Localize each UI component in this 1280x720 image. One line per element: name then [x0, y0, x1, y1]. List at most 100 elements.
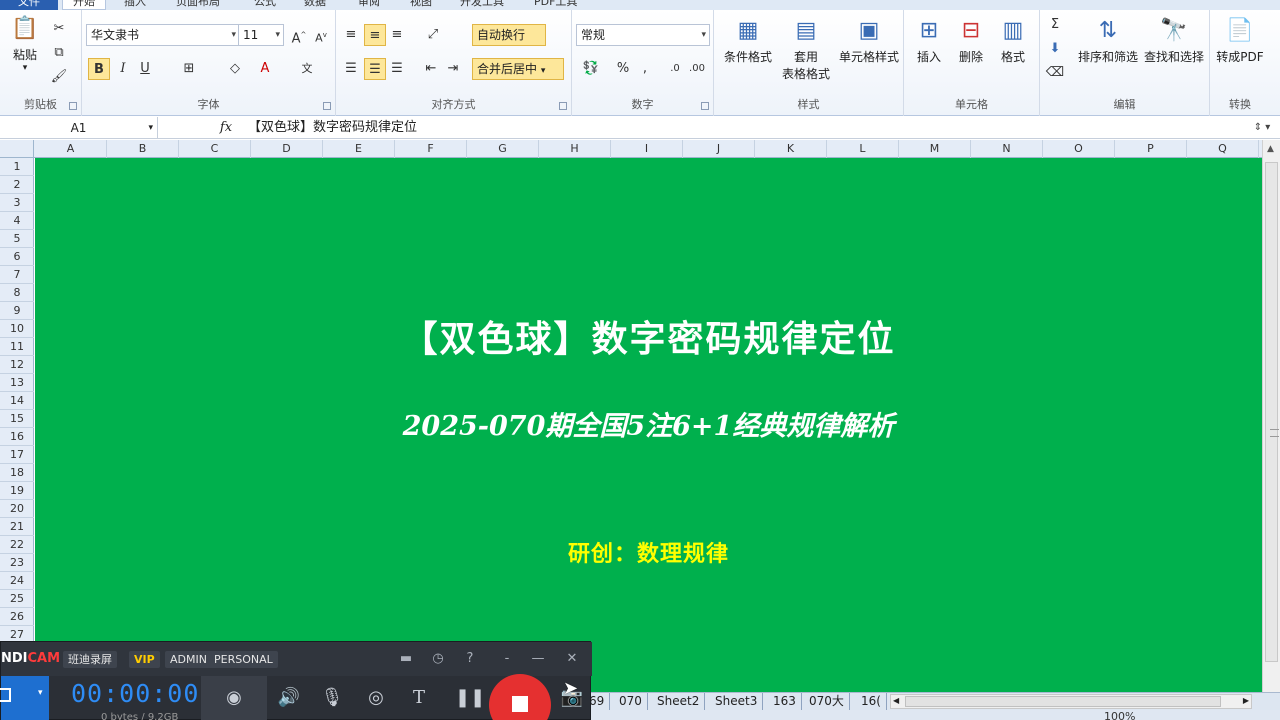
capture-mode-button[interactable]: ▾ — [0, 676, 49, 720]
scroll-up-icon[interactable]: ▲ — [1267, 144, 1274, 154]
align-bottom-icon[interactable]: ≡ — [386, 24, 408, 46]
column-header[interactable]: O — [1043, 140, 1115, 158]
sheet-tab[interactable]: 070 — [614, 693, 648, 710]
select-all-corner[interactable] — [0, 140, 34, 158]
fill-icon[interactable]: ⬇ — [1044, 38, 1066, 60]
percent-button[interactable]: % — [612, 58, 634, 80]
shrink-font-icon[interactable]: Av — [310, 24, 332, 46]
decrease-indent-icon[interactable]: ⇤ — [420, 58, 442, 80]
align-right-icon[interactable]: ☰ — [386, 58, 408, 80]
italic-button[interactable]: I — [112, 58, 134, 80]
fill-color-icon[interactable]: ◇ — [224, 58, 246, 80]
column-header[interactable]: D — [251, 140, 323, 158]
tab-review[interactable]: 审阅 — [358, 0, 380, 10]
vertical-scroll-thumb[interactable] — [1265, 162, 1279, 662]
tab-file[interactable]: 文件 — [0, 0, 58, 10]
column-header[interactable]: G — [467, 140, 539, 158]
vertical-scrollbar[interactable]: ▲ — [1262, 140, 1280, 692]
cursor-effect-icon[interactable]: ◎ — [364, 686, 388, 710]
number-launcher-icon[interactable] — [701, 102, 709, 110]
row-header[interactable]: 6 — [0, 248, 34, 266]
decrease-decimal-icon[interactable]: .00 — [686, 58, 708, 80]
format-painter-icon[interactable]: 🖌 — [48, 66, 70, 88]
currency-icon[interactable]: 💱 — [580, 58, 602, 80]
column-header[interactable]: A — [35, 140, 107, 158]
tab-developer[interactable]: 开发工具 — [460, 0, 504, 10]
zoom-level[interactable]: 100% — [1104, 710, 1135, 720]
row-header[interactable]: 20 — [0, 500, 34, 518]
tab-home[interactable]: 开始 — [62, 0, 106, 10]
row-header[interactable]: 10 — [0, 320, 34, 338]
conditional-format-button[interactable]: ▦ 条件格式 — [718, 16, 778, 65]
underline-button[interactable]: U — [134, 58, 156, 80]
row-header[interactable]: 1 — [0, 158, 34, 176]
sheet-tab[interactable]: 16( — [856, 693, 887, 710]
text-overlay-icon[interactable]: T — [407, 686, 431, 710]
row-header[interactable]: 4 — [0, 212, 34, 230]
align-top-icon[interactable]: ≡ — [340, 24, 362, 46]
row-header[interactable]: 24 — [0, 572, 34, 590]
sheet-tab[interactable]: 163 — [768, 693, 802, 710]
column-header[interactable]: E — [323, 140, 395, 158]
number-format-combo[interactable]: 常规 ▾ — [576, 24, 710, 46]
row-header[interactable]: 22 — [0, 536, 34, 554]
folder-icon[interactable]: ▬ — [396, 649, 416, 669]
delete-cells-button[interactable]: ⊟ 删除 — [950, 16, 992, 65]
format-as-table-button[interactable]: ▤ 套用 表格格式 — [776, 16, 836, 82]
font-name-combo[interactable]: 华文隶书 ▾ — [86, 24, 240, 46]
tab-page-layout[interactable]: 页面布局 — [176, 0, 220, 10]
cut-icon[interactable]: ✂ — [48, 18, 70, 40]
column-header[interactable]: K — [755, 140, 827, 158]
font-launcher-icon[interactable] — [323, 102, 331, 110]
phonetic-icon[interactable]: 文 — [296, 58, 318, 80]
row-header[interactable]: 16 — [0, 428, 34, 446]
column-header[interactable]: B — [107, 140, 179, 158]
column-header[interactable]: J — [683, 140, 755, 158]
minimize-icon[interactable]: — — [528, 649, 548, 669]
column-header[interactable]: Q — [1187, 140, 1259, 158]
font-size-combo[interactable]: 11 ▾ — [238, 24, 284, 46]
column-header[interactable]: F — [395, 140, 467, 158]
pause-icon[interactable]: ❚❚ — [455, 686, 485, 710]
row-header[interactable]: 26 — [0, 608, 34, 626]
column-header[interactable]: H — [539, 140, 611, 158]
row-header[interactable]: 14 — [0, 392, 34, 410]
clear-icon[interactable]: ⌫ — [1044, 62, 1066, 84]
insert-function-button[interactable]: fx — [214, 117, 238, 139]
merge-center-button[interactable]: 合并后居中 ▾ — [472, 58, 564, 80]
row-header[interactable]: 21 — [0, 518, 34, 536]
row-header[interactable]: 3 — [0, 194, 34, 212]
horizontal-scroll-thumb[interactable] — [905, 696, 1221, 707]
sheet-tab[interactable]: 070大 — [804, 693, 850, 710]
worksheet-grid[interactable]: ABCDEFGHIJKLMNOPQ 1 2 3 4 5 6 7 8 9 10 11 12 13 14 15 1… — [0, 140, 1262, 692]
column-header[interactable]: P — [1115, 140, 1187, 158]
align-left-icon[interactable]: ☰ — [340, 58, 362, 80]
row-header[interactable]: 17 — [0, 446, 34, 464]
increase-indent-icon[interactable]: ⇥ — [442, 58, 464, 80]
find-select-button[interactable]: 🔭 查找和选择 — [1140, 16, 1208, 65]
row-header[interactable]: 2 — [0, 176, 34, 194]
row-header[interactable]: 18 — [0, 464, 34, 482]
tab-pdf-tools[interactable]: PDF工具 — [534, 0, 577, 10]
webcam-toggle[interactable]: ◉ — [201, 676, 267, 720]
format-cells-button[interactable]: ▥ 格式 — [992, 16, 1034, 65]
formula-expand-icon[interactable]: ⇕ ▾ — [1244, 117, 1280, 139]
alignment-launcher-icon[interactable] — [559, 102, 567, 110]
grow-font-icon[interactable]: A^ — [288, 24, 310, 46]
column-header[interactable]: I — [611, 140, 683, 158]
autosum-button[interactable]: Σ — [1044, 14, 1066, 36]
column-header[interactable]: C — [179, 140, 251, 158]
minimize-tray-icon[interactable]: - — [497, 649, 517, 669]
comma-button[interactable]: , — [634, 58, 656, 80]
scroll-right-icon[interactable]: ▶ — [1243, 696, 1249, 705]
paste-button[interactable]: 📋 粘贴 ▾ — [6, 14, 44, 73]
tab-insert[interactable]: 插入 — [124, 0, 146, 10]
green-banner-cells[interactable]: 【双色球】数字密码规律定位 2025-070期全国5注6+1经典规律解析 研创：… — [35, 158, 1262, 692]
name-box[interactable]: A1 ▾ — [0, 117, 158, 139]
border-icon[interactable]: ⊞ — [178, 58, 200, 80]
sort-filter-button[interactable]: ⇅ 排序和筛选 — [1076, 16, 1140, 65]
row-header[interactable]: 19 — [0, 482, 34, 500]
wrap-text-button[interactable]: 自动换行 — [472, 24, 546, 46]
sheet-tab[interactable]: Sheet2 — [652, 693, 706, 710]
help-icon[interactable]: ? — [460, 649, 480, 669]
